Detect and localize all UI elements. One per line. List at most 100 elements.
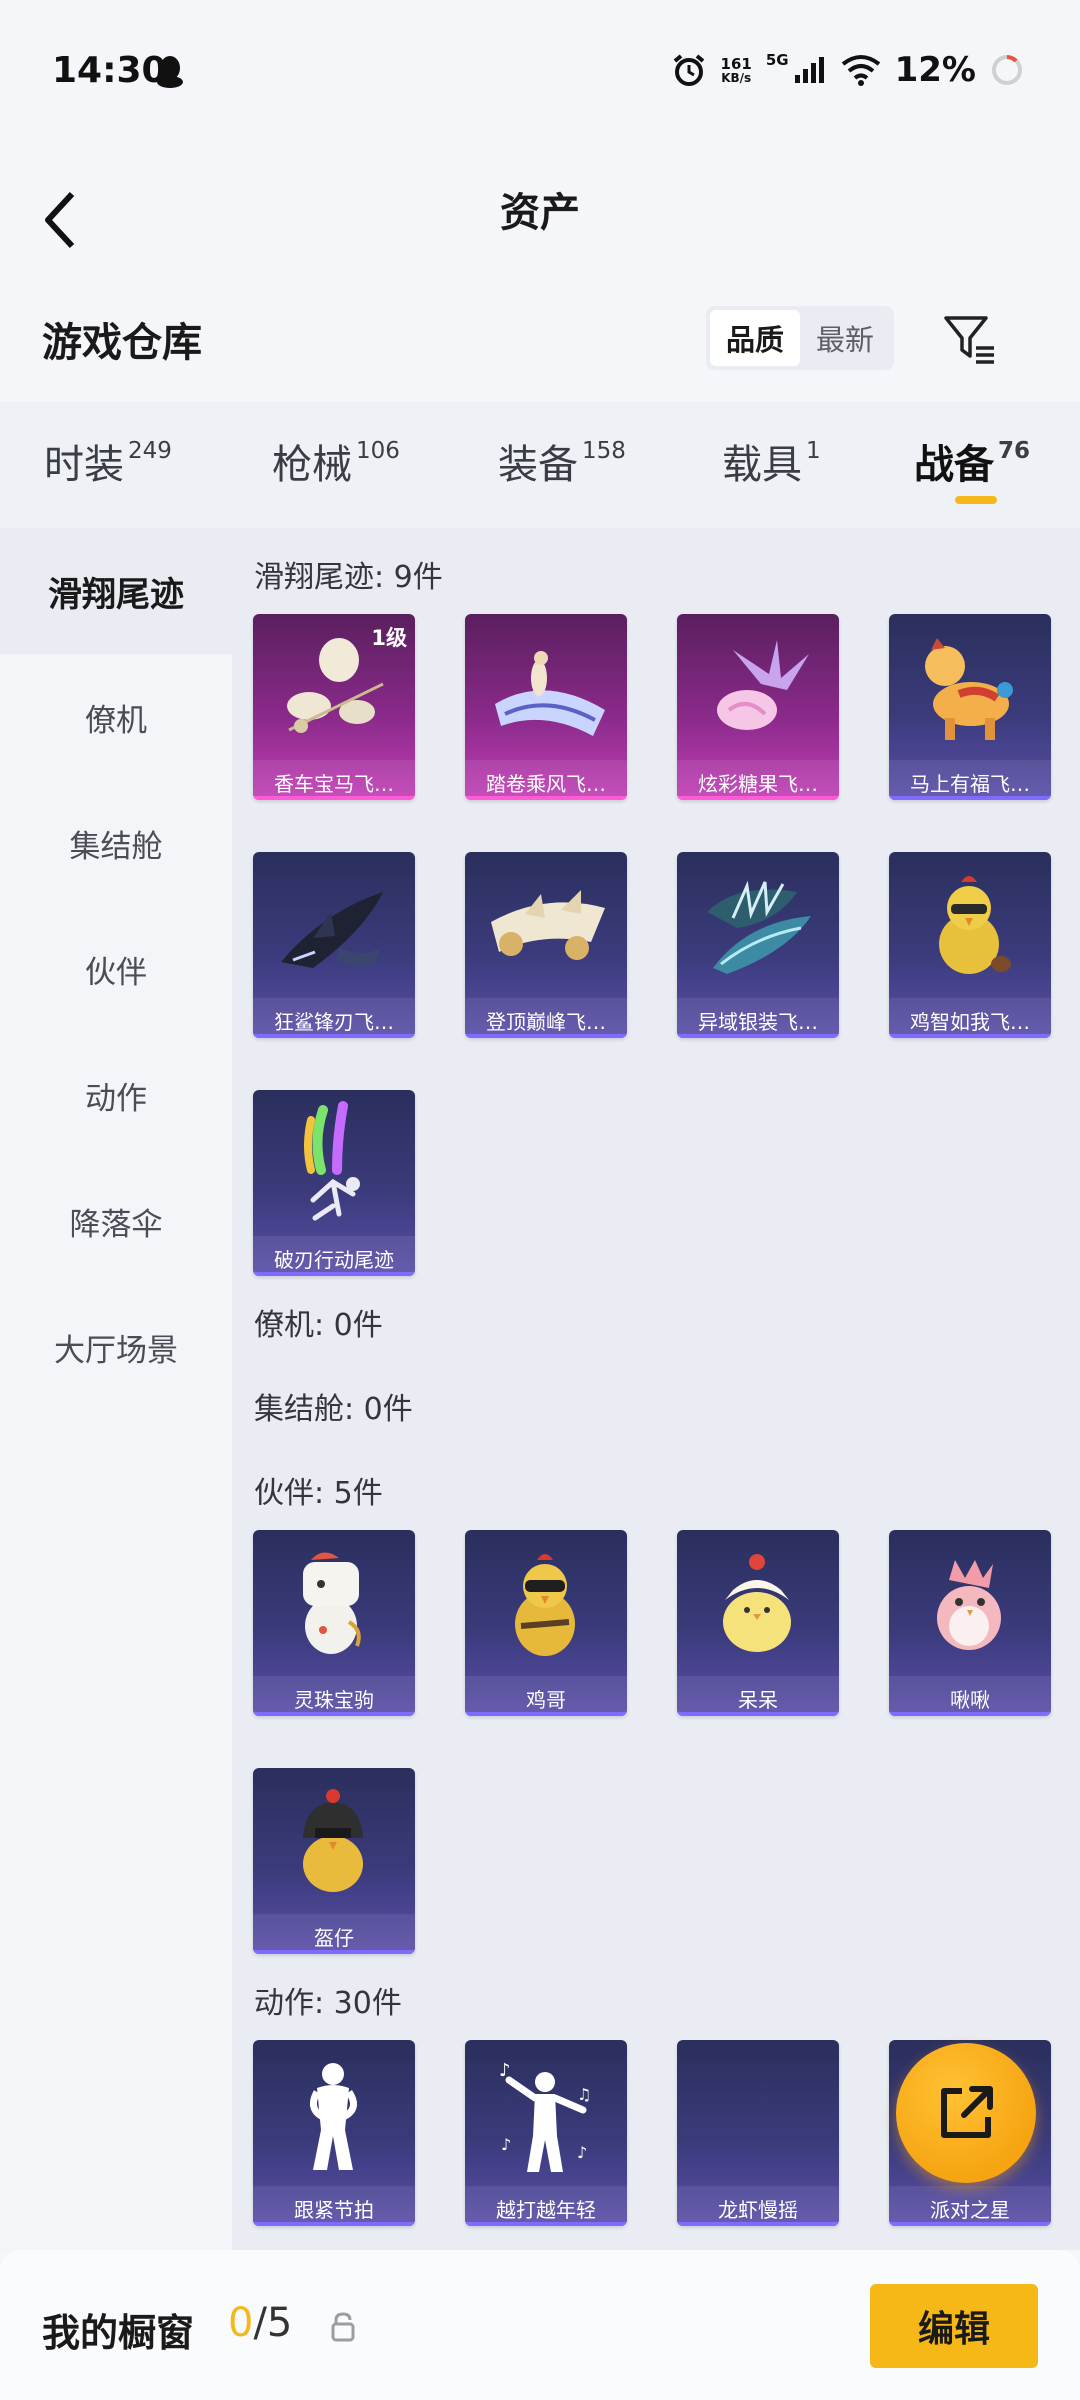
item-name: 呆呆 bbox=[738, 1687, 778, 1712]
section-title-wingman: 僚机: 0件 bbox=[254, 1308, 383, 1343]
item-name: 盔仔 bbox=[314, 1925, 354, 1950]
chicken-bro-art bbox=[515, 1554, 575, 1656]
item-card[interactable]: 异域银装飞… bbox=[677, 852, 839, 1038]
scroll-trail-art bbox=[495, 651, 605, 736]
toy-horse-art bbox=[925, 638, 1013, 740]
nav-item-lobby-scene[interactable]: 大厅场景 bbox=[0, 1284, 232, 1410]
tab-equipment[interactable]: 装备 158 bbox=[498, 432, 626, 490]
item-name: 狂鲨锋刃飞… bbox=[274, 1009, 394, 1034]
sort-latest-button[interactable]: 最新 bbox=[800, 310, 890, 366]
silver-wing-art bbox=[707, 880, 811, 974]
nav-item-pod[interactable]: 集结舱 bbox=[0, 780, 232, 906]
wifi-icon bbox=[841, 55, 880, 86]
nav-item-parachute[interactable]: 降落伞 bbox=[0, 1158, 232, 1284]
item-card[interactable]: 踏卷乘风飞… bbox=[465, 614, 627, 800]
item-card[interactable]: 炫彩糖果飞… bbox=[677, 614, 839, 800]
filter-icon[interactable] bbox=[940, 310, 998, 368]
item-card[interactable]: 灵珠宝驹 bbox=[253, 1530, 415, 1716]
item-name: 炫彩糖果飞… bbox=[698, 771, 818, 796]
item-name: 踏卷乘风飞… bbox=[486, 771, 606, 796]
nav-item-wingman[interactable]: 僚机 bbox=[0, 654, 232, 780]
item-name: 异域银装飞… bbox=[698, 1009, 818, 1034]
yellow-chick-art bbox=[723, 1554, 791, 1652]
rainbow-smoke-art bbox=[304, 1101, 360, 1221]
item-name: 派对之星 bbox=[930, 2197, 1010, 2222]
dancer-silhouette-art bbox=[309, 2063, 357, 2170]
tab-guns[interactable]: 枪械 106 bbox=[272, 432, 400, 490]
battery-ring-icon bbox=[992, 55, 1022, 85]
item-card[interactable]: 盔仔 bbox=[253, 1768, 415, 1954]
item-name: 龙虾慢摇 bbox=[718, 2197, 798, 2222]
nav-item-glide-trail[interactable]: 滑翔尾迹 bbox=[0, 528, 232, 654]
item-name: 跟紧节拍 bbox=[294, 2197, 374, 2222]
item-card[interactable]: ♪ ♫ ♪ ♪ 越打越年轻 bbox=[465, 2040, 627, 2226]
item-card[interactable]: 登顶巅峰飞… bbox=[465, 852, 627, 1038]
sort-quality-button[interactable]: 品质 bbox=[710, 310, 800, 366]
item-content: 滑翔尾迹: 9件 1级 香车宝马飞… 踏卷乘风飞… 炫彩糖果飞… 马上有福飞… … bbox=[232, 528, 1080, 2250]
showcase-bar: 我的橱窗 0/5 编辑 bbox=[0, 2250, 1080, 2400]
status-icons: 161 KB/s 5G 12% bbox=[671, 48, 1024, 92]
nav-item-emote[interactable]: 动作 bbox=[0, 1032, 232, 1158]
edit-button[interactable]: 编辑 bbox=[870, 2284, 1038, 2368]
active-tab-indicator bbox=[955, 496, 997, 504]
page-title: 资产 bbox=[500, 190, 580, 236]
svg-text:♪: ♪ bbox=[501, 2135, 511, 2154]
item-card[interactable]: 啾啾 bbox=[889, 1530, 1051, 1716]
network-type: 5G bbox=[765, 51, 789, 69]
music-dancer-art: ♪ ♫ ♪ ♪ bbox=[499, 2060, 591, 2172]
item-card[interactable]: 跟紧节拍 bbox=[253, 2040, 415, 2226]
svg-text:♫: ♫ bbox=[577, 2085, 591, 2104]
svg-text:♪: ♪ bbox=[577, 2143, 587, 2162]
helmet-chick-art bbox=[303, 1789, 363, 1892]
item-name: 马上有福飞… bbox=[910, 771, 1030, 796]
item-card[interactable]: 狂鲨锋刃飞… bbox=[253, 852, 415, 1038]
net-speed: 161 KB/s bbox=[720, 54, 752, 85]
section-title-pod: 集结舱: 0件 bbox=[254, 1392, 413, 1427]
lock-icon bbox=[331, 2312, 355, 2342]
side-nav: 滑翔尾迹 僚机 集结舱 伙伴 动作 降落伞 大厅场景 bbox=[0, 528, 232, 2250]
item-card[interactable]: 1级 香车宝马飞… bbox=[253, 614, 415, 800]
chicken-trail-art bbox=[939, 876, 1011, 974]
share-float-button[interactable] bbox=[896, 2043, 1036, 2183]
category-tabs: 时装 249 枪械 106 装备 158 载具 1 战备 76 bbox=[0, 402, 1080, 528]
jet-trail-art bbox=[491, 890, 605, 960]
item-card[interactable]: 呆呆 bbox=[677, 1530, 839, 1716]
section-title-glide: 滑翔尾迹: 9件 bbox=[254, 560, 443, 595]
app-header: 资产 bbox=[0, 140, 1080, 280]
item-card[interactable]: 鸡哥 bbox=[465, 1530, 627, 1716]
external-link-icon bbox=[941, 2086, 993, 2138]
item-card[interactable]: 马上有福飞… bbox=[889, 614, 1051, 800]
section-title-emote: 动作: 30件 bbox=[254, 1986, 402, 2021]
shark-trail-art bbox=[281, 892, 383, 968]
tab-fashion[interactable]: 时装 249 bbox=[44, 432, 172, 490]
item-card[interactable]: 破刃行动尾迹 bbox=[253, 1090, 415, 1276]
status-bar: 14:30 161 KB/s 5G 12% bbox=[0, 0, 1080, 140]
item-name: 破刃行动尾迹 bbox=[274, 1247, 394, 1272]
item-name: 啾啾 bbox=[950, 1687, 990, 1712]
item-name: 灵珠宝驹 bbox=[294, 1687, 374, 1712]
item-name: 香车宝马飞… bbox=[274, 771, 394, 796]
item-name: 登顶巅峰飞… bbox=[486, 1009, 606, 1034]
item-card[interactable]: 鸡智如我飞… bbox=[889, 852, 1051, 1038]
tab-battle-gear[interactable]: 战备 76 bbox=[914, 432, 1030, 490]
showcase-count: 0/5 bbox=[228, 2300, 293, 2346]
sort-toggle: 品质 最新 bbox=[706, 306, 894, 370]
alarm-icon bbox=[673, 54, 704, 86]
signal-icon bbox=[794, 57, 824, 83]
status-time: 14:30 bbox=[52, 50, 167, 91]
nav-item-partner[interactable]: 伙伴 bbox=[0, 906, 232, 1032]
section-title-partner: 伙伴: 5件 bbox=[254, 1476, 383, 1511]
candy-trail-art bbox=[717, 640, 809, 730]
item-name: 鸡哥 bbox=[526, 1687, 566, 1712]
svg-text:♪: ♪ bbox=[499, 2060, 511, 2081]
qq-icon bbox=[157, 56, 183, 88]
white-dog-art bbox=[303, 1552, 361, 1654]
item-name: 越打越年轻 bbox=[496, 2197, 596, 2222]
tab-vehicles[interactable]: 载具 1 bbox=[722, 432, 821, 490]
item-card[interactable]: 龙虾慢摇 bbox=[677, 2040, 839, 2226]
battery-level: 12% bbox=[894, 50, 976, 90]
warehouse-title: 游戏仓库 bbox=[42, 320, 202, 366]
item-name: 鸡智如我飞… bbox=[910, 1009, 1030, 1034]
showcase-title: 我的橱窗 bbox=[42, 2311, 195, 2355]
pink-bird-art bbox=[937, 1560, 1001, 1650]
